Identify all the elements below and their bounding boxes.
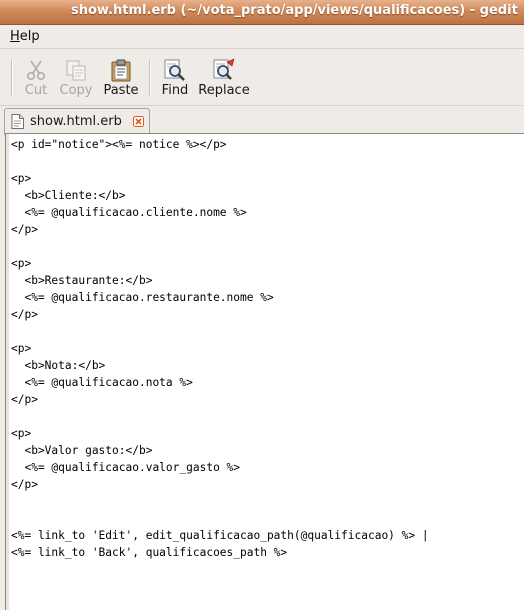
code-line: <%= @qualificacao.cliente.nome %> <box>11 206 247 219</box>
copy-icon <box>66 60 86 81</box>
cut-button[interactable]: Cut <box>19 56 53 102</box>
clipboard-icon <box>111 59 131 82</box>
tab-bar: show.html.erb <box>0 106 524 135</box>
find-label: Find <box>161 83 189 98</box>
code-view[interactable]: <p id="notice"><%= notice %></p> <p> <b>… <box>11 136 429 561</box>
code-line: <p> <box>11 342 32 355</box>
code-line: </p> <box>11 308 38 321</box>
code-line: <b>Restaurante:</b> <box>11 274 153 287</box>
tab-label: show.html.erb <box>30 114 122 129</box>
copy-button[interactable]: Copy <box>57 56 95 102</box>
toolbar: Cut Copy Paste Find Replace <box>0 49 524 106</box>
code-line: </p> <box>11 223 38 236</box>
copy-label: Copy <box>59 83 93 98</box>
code-line: <%= @qualificacao.valor_gasto %> <box>11 461 241 474</box>
cut-label: Cut <box>24 83 48 98</box>
paste-button[interactable]: Paste <box>101 56 141 102</box>
menu-bar: Help <box>0 25 524 49</box>
toolbar-separator <box>11 60 13 96</box>
replace-icon <box>213 58 235 80</box>
code-line: <%= @qualificacao.nota %> <box>11 376 193 389</box>
code-line: <%= link_to 'Back', qualificacoes_path %… <box>11 546 288 559</box>
find-icon <box>164 59 185 81</box>
gedit-window: show.html.erb (~/vota_prato/app/views/qu… <box>0 0 524 610</box>
code-line: <p> <box>11 257 32 270</box>
code-line: <p> <box>11 427 32 440</box>
toolbar-separator <box>149 60 151 96</box>
document-icon <box>11 114 24 129</box>
code-line: <p> <box>11 172 32 185</box>
code-line: <%= @qualificacao.restaurante.nome %> <box>11 291 274 304</box>
code-line: </p> <box>11 393 38 406</box>
code-line: <b>Cliente:</b> <box>11 189 126 202</box>
close-icon[interactable] <box>133 116 144 127</box>
text-editor[interactable]: <p id="notice"><%= notice %></p> <p> <b>… <box>5 133 524 610</box>
editor-margin <box>6 134 9 610</box>
menu-help[interactable]: Help <box>10 29 40 44</box>
window-title: show.html.erb (~/vota_prato/app/views/qu… <box>71 3 518 18</box>
find-button[interactable]: Find <box>158 56 192 102</box>
replace-button[interactable]: Replace <box>197 56 251 102</box>
code-line: <b>Valor gasto:</b> <box>11 444 153 457</box>
code-line: <p id="notice"><%= notice %></p> <box>11 138 227 151</box>
code-line: <b>Nota:</b> <box>11 359 106 372</box>
tab-show-html-erb[interactable]: show.html.erb <box>4 108 150 135</box>
menu-help-label: elp <box>19 29 40 44</box>
title-bar[interactable]: show.html.erb (~/vota_prato/app/views/qu… <box>0 0 524 25</box>
code-line: </p> <box>11 478 38 491</box>
paste-label: Paste <box>103 83 139 98</box>
code-line: <%= link_to 'Edit', edit_qualificacao_pa… <box>11 529 429 542</box>
menu-help-mnemonic: H <box>10 29 20 44</box>
scissors-icon <box>26 60 46 81</box>
replace-label: Replace <box>198 83 250 98</box>
